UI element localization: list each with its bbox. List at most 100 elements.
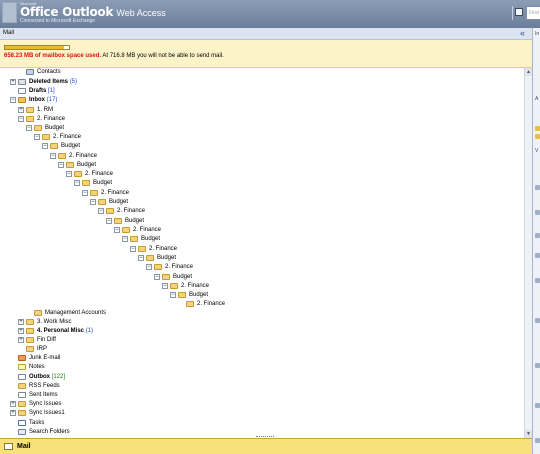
collapse-icon[interactable]: −: [122, 236, 128, 242]
expand-icon[interactable]: +: [18, 328, 24, 334]
folder-label: Budget: [157, 254, 176, 263]
collapse-icon[interactable]: −: [18, 116, 24, 122]
folder-label: Budget: [125, 217, 144, 226]
collapse-icon[interactable]: −: [106, 218, 112, 224]
collapse-icon[interactable]: −: [90, 199, 96, 205]
collapse-icon[interactable]: −: [146, 264, 152, 270]
folder-label: 2. Finance: [69, 152, 97, 161]
expand-icon[interactable]: +: [18, 337, 24, 343]
collapse-icon[interactable]: −: [10, 97, 16, 103]
folder-label: Budget: [77, 161, 96, 170]
folder-name: 2. Finance: [197, 301, 226, 307]
folder-name: Budget: [141, 236, 161, 242]
expand-icon[interactable]: +: [10, 410, 16, 416]
collapse-pane-button[interactable]: «: [520, 28, 525, 38]
folder-name: Budget: [45, 125, 65, 131]
quota-message: 658.23 MB of mailbox space used. At 716.…: [4, 53, 224, 59]
collapse-icon[interactable]: −: [42, 143, 48, 149]
folder-name: Management Accounts: [45, 310, 107, 316]
collapse-icon[interactable]: −: [50, 153, 56, 159]
folder-name: Sync Issues1: [29, 410, 65, 416]
folder-name: Junk E-mail: [29, 355, 61, 361]
folder-label: Inbox (17): [29, 96, 57, 105]
folder-name: 2. Finance: [53, 134, 82, 140]
folder-label: Junk E-mail: [29, 354, 60, 363]
folder-name: Fin Diff: [37, 337, 56, 343]
header-user-icon[interactable]: [515, 8, 523, 16]
message-icon[interactable]: [535, 318, 540, 323]
collapse-icon[interactable]: −: [170, 292, 176, 298]
collapse-icon[interactable]: −: [138, 255, 144, 261]
find-input[interactable]: Find: [526, 6, 540, 20]
message-icon[interactable]: [535, 278, 540, 283]
folder-name: 3. Work Misc: [37, 319, 72, 325]
folder-label: 2. Finance: [149, 245, 177, 254]
folder-name: 2. Finance: [165, 264, 194, 270]
app-subtitle: Connected to Microsoft Exchange: [20, 18, 96, 24]
scroll-up-icon[interactable]: ▲: [525, 68, 532, 76]
folder-icon: [82, 180, 90, 186]
folder-icon: [186, 301, 194, 307]
mail-module-bar[interactable]: Mail: [0, 438, 532, 454]
app-title: Office Outlook Web Access: [20, 5, 166, 19]
mail-module-label: Mail: [17, 443, 31, 450]
header-divider: [512, 6, 513, 20]
folder-label: 2. Finance: [165, 263, 193, 272]
folder-name: Budget: [189, 292, 209, 298]
deleted-icon: [18, 79, 26, 85]
collapse-icon[interactable]: −: [114, 227, 120, 233]
collapse-icon[interactable]: −: [98, 208, 104, 214]
message-icon[interactable]: [535, 363, 540, 368]
folder-icon: [74, 171, 82, 177]
folder-name: Budget: [125, 218, 145, 224]
folder-icon: [26, 107, 34, 113]
folder-icon: [162, 274, 170, 280]
scroll-down-icon[interactable]: ▼: [525, 430, 532, 438]
expand-icon[interactable]: +: [18, 319, 24, 325]
folder-icon: [18, 401, 26, 407]
folder-name: 2. Finance: [69, 153, 98, 159]
folder-icon: [106, 208, 114, 214]
folder-name: Budget: [173, 274, 193, 280]
folder-name: 2. Finance: [101, 190, 130, 196]
collapse-icon[interactable]: −: [58, 162, 64, 168]
collapse-icon[interactable]: −: [130, 246, 136, 252]
folder-icon: [26, 346, 34, 352]
message-icon[interactable]: [535, 210, 540, 215]
folder-name: 2. Finance: [149, 246, 178, 252]
contacts-icon: [26, 69, 34, 75]
collapse-icon[interactable]: −: [34, 134, 40, 140]
folder-icon: [18, 383, 26, 389]
folder-label: Budget: [173, 273, 192, 282]
folder-label: Tasks: [29, 419, 44, 428]
folder-label: 2. Finance: [53, 133, 81, 142]
expand-icon[interactable]: +: [10, 79, 16, 85]
collapse-icon[interactable]: −: [74, 180, 80, 186]
message-icon[interactable]: [535, 438, 540, 443]
message-icon[interactable]: [535, 403, 540, 408]
collapse-icon[interactable]: −: [66, 171, 72, 177]
folder-icon: [50, 143, 58, 149]
collapse-icon[interactable]: −: [154, 274, 160, 280]
expand-icon[interactable]: +: [18, 107, 24, 113]
message-icon[interactable]: [535, 185, 540, 190]
unread-count: (17): [46, 97, 58, 103]
message-icon[interactable]: [535, 233, 540, 238]
folder-name: 2. Finance: [133, 227, 162, 233]
tree-scrollbar[interactable]: ▲ ▼: [524, 68, 532, 438]
collapse-icon[interactable]: −: [82, 190, 88, 196]
expand-icon[interactable]: +: [10, 401, 16, 407]
folder-name: 4. Personal Misc: [37, 328, 85, 334]
folder-icon: [98, 199, 106, 205]
folder-name: 2. Finance: [181, 283, 210, 289]
quota-progress-bar: [4, 45, 70, 50]
folder-label: Budget: [45, 124, 64, 133]
reading-pane-group-label: V: [535, 148, 539, 154]
outbox-icon: [18, 374, 26, 380]
folder-name: Sync Issues: [29, 401, 62, 407]
collapse-icon[interactable]: −: [26, 125, 32, 131]
collapse-icon[interactable]: −: [162, 283, 168, 289]
folder-icon: [18, 410, 26, 416]
message-icon[interactable]: [535, 253, 540, 258]
folder-label: Search Folders: [29, 428, 70, 437]
